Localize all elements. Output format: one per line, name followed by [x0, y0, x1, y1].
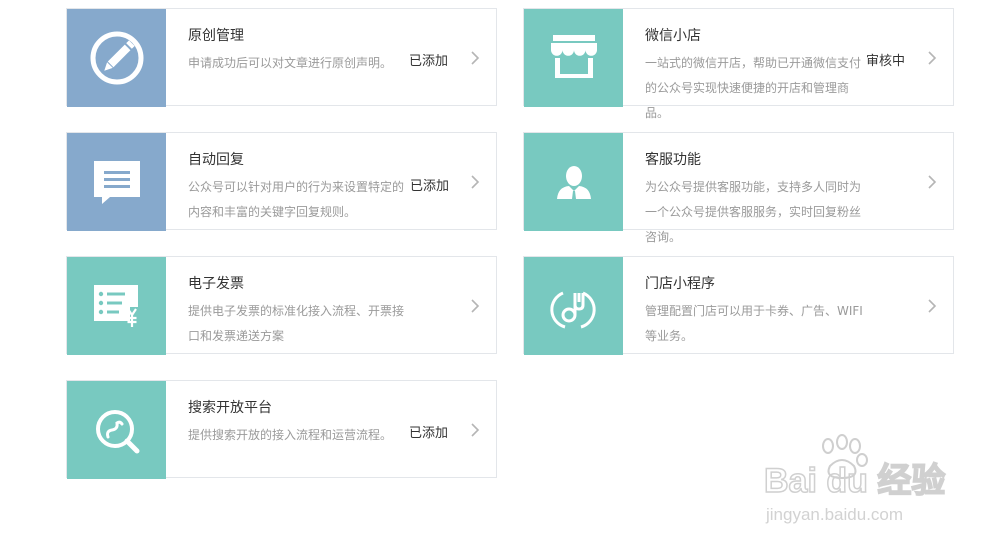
chevron-right-icon[interactable] — [925, 298, 939, 314]
card-search-open-platform[interactable]: 搜索开放平台 提供搜索开放的接入流程和运营流程。 已添加 — [66, 380, 497, 479]
store-miniprogram-icon — [524, 257, 623, 355]
shop-icon — [524, 9, 623, 107]
card-original-management[interactable]: 原创管理 申请成功后可以对文章进行原创声明。 已添加 — [66, 8, 497, 107]
card-description: 管理配置门店可以用于卡券、广告、WIFI等业务。 — [645, 304, 863, 343]
pencil-icon — [67, 9, 166, 107]
status-label: 已添加 — [410, 179, 450, 194]
card-title: 电子发票 — [188, 276, 244, 292]
card-description: 申请成功后可以对文章进行原创声明。 — [188, 56, 393, 70]
chevron-right-icon[interactable] — [468, 298, 482, 314]
card-auto-reply[interactable]: 自动回复 公众号可以针对用户的行为来设置特定的内容和丰富的关键字回复规则。 已添… — [66, 132, 497, 231]
chevron-right-icon[interactable] — [468, 174, 482, 190]
search-platform-icon — [67, 381, 166, 479]
card-store-miniprogram[interactable]: 门店小程序 管理配置门店可以用于卡券、广告、WIFI等业务。 — [523, 256, 954, 355]
card-customer-service[interactable]: 客服功能 为公众号提供客服功能，支持多人同时为一个公众号提供客服服务，实时回复粉… — [523, 132, 954, 244]
chevron-right-icon[interactable] — [468, 50, 482, 66]
card-title: 客服功能 — [645, 152, 701, 168]
invoice-icon — [67, 257, 166, 355]
card-title: 微信小店 — [645, 28, 701, 44]
baidu-jingyan-watermark: Bai du 经验 jingyan.baidu.com — [760, 430, 960, 530]
card-description: 公众号可以针对用户的行为来设置特定的内容和丰富的关键字回复规则。 — [188, 180, 405, 219]
watermark-brand: Bai du 经验 — [764, 461, 945, 500]
message-icon — [67, 133, 166, 231]
card-title: 门店小程序 — [645, 276, 715, 292]
card-description: 为公众号提供客服功能，支持多人同时为一个公众号提供客服服务，实时回复粉丝咨询。 — [645, 180, 862, 244]
status-label: 已添加 — [407, 50, 449, 69]
card-description: 提供电子发票的标准化接入流程、开票接口和发票递送方案 — [188, 304, 405, 343]
watermark-url: jingyan.baidu.com — [765, 505, 903, 524]
status-label: 已添加 — [407, 422, 449, 441]
card-title: 原创管理 — [188, 28, 244, 44]
status-label: 审核中 — [864, 50, 906, 69]
customer-service-icon — [524, 133, 623, 231]
card-description: 一站式的微信开店，帮助已开通微信支付的公众号实现快速便捷的开店和管理商品。 — [645, 56, 862, 120]
chevron-right-icon[interactable] — [925, 174, 939, 190]
baidu-paw-logo: Bai du 经验 jingyan.baidu.com — [763, 434, 946, 524]
card-description: 提供搜索开放的接入流程和运营流程。 — [188, 428, 393, 442]
card-title: 自动回复 — [188, 152, 244, 168]
chevron-right-icon[interactable] — [925, 50, 939, 66]
card-e-invoice[interactable]: 电子发票 提供电子发票的标准化接入流程、开票接口和发票递送方案 — [66, 256, 497, 355]
card-wechat-shop[interactable]: 微信小店 一站式的微信开店，帮助已开通微信支付的公众号实现快速便捷的开店和管理商… — [523, 8, 954, 120]
chevron-right-icon[interactable] — [468, 422, 482, 438]
card-title: 搜索开放平台 — [188, 400, 272, 416]
